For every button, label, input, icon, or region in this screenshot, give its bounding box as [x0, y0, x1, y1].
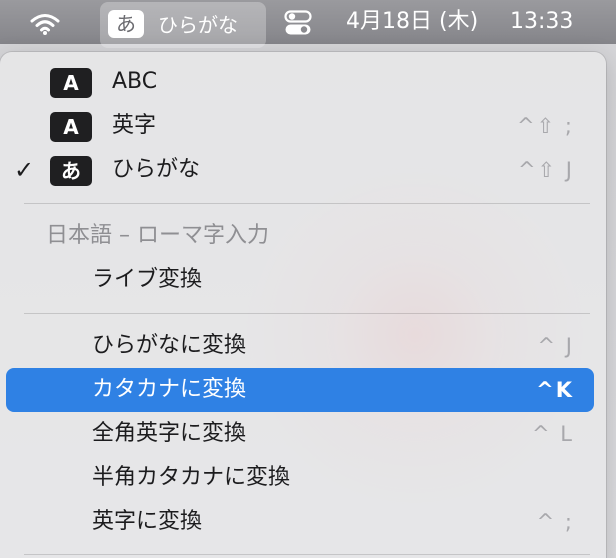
menu-item-convert-hiragana[interactable]: ひらがなに変換 ^ J — [6, 324, 594, 368]
menu-item-live-conversion[interactable]: ライブ変換 — [6, 258, 594, 302]
menu-item-abc[interactable]: A ABC — [6, 60, 594, 104]
menu-item-convert-zenkaku-eiji[interactable]: 全角英字に変換 ^ L — [6, 412, 594, 456]
hiragana-badge-icon: あ — [108, 10, 144, 38]
menu-separator — [24, 554, 590, 555]
shortcut-hint: ^⇧ ; — [517, 114, 574, 138]
menu-item-label: ひらがな — [112, 157, 201, 182]
menu-separator — [24, 203, 590, 204]
shortcut-hint: ^ ; — [536, 510, 574, 534]
wifi-icon[interactable] — [30, 12, 60, 36]
input-source-label: ひらがな — [158, 13, 238, 37]
clock-date[interactable]: 4月18日 (木) — [346, 8, 478, 36]
shortcut-hint: ^K — [536, 378, 574, 402]
input-source-menu-button[interactable]: あ ひらがな — [100, 2, 266, 48]
menu-item-label: ライブ変換 — [92, 267, 203, 292]
menu-item-eiji[interactable]: A 英字 ^⇧ ; — [6, 104, 594, 148]
section-header: 日本語 – ローマ字入力 — [6, 214, 594, 258]
menu-item-hiragana[interactable]: ✓ あ ひらがな ^⇧ J — [6, 148, 594, 192]
menu-item-label: 英字 — [112, 113, 157, 138]
menu-item-label: 英字に変換 — [92, 509, 203, 534]
menu-item-label: カタカナに変換 — [92, 377, 247, 402]
checkmark-icon: ✓ — [14, 156, 35, 184]
clock-time[interactable]: 13:33 — [510, 8, 573, 36]
menu-separator — [24, 313, 590, 314]
menu-item-label: ひらがなに変換 — [92, 333, 247, 358]
menu-item-convert-hankaku-katakana[interactable]: 半角カタカナに変換 — [6, 456, 594, 500]
menu-item-label: 半角カタカナに変換 — [92, 465, 291, 490]
shortcut-hint: ^ L — [532, 422, 574, 446]
shortcut-hint: ^⇧ J — [517, 158, 574, 182]
menu-item-label: ABC — [112, 69, 158, 94]
hiragana-badge-icon: あ — [50, 156, 92, 186]
eiji-badge-icon: A — [50, 112, 92, 142]
shortcut-hint: ^ J — [537, 334, 574, 358]
menu-item-convert-katakana[interactable]: カタカナに変換 ^K — [6, 368, 594, 412]
input-source-menu: A ABC A 英字 ^⇧ ; ✓ あ ひらがな ^⇧ J 日本語 – ローマ字… — [0, 52, 606, 558]
menu-bar: あ ひらがな 4月18日 (木) 13:33 — [0, 0, 616, 48]
abc-badge-icon: A — [50, 68, 92, 98]
control-center-icon[interactable] — [284, 10, 312, 36]
section-header-label: 日本語 – ローマ字入力 — [46, 223, 269, 248]
menu-item-label: 全角英字に変換 — [92, 421, 247, 446]
menu-item-convert-eiji[interactable]: 英字に変換 ^ ; — [6, 500, 594, 544]
